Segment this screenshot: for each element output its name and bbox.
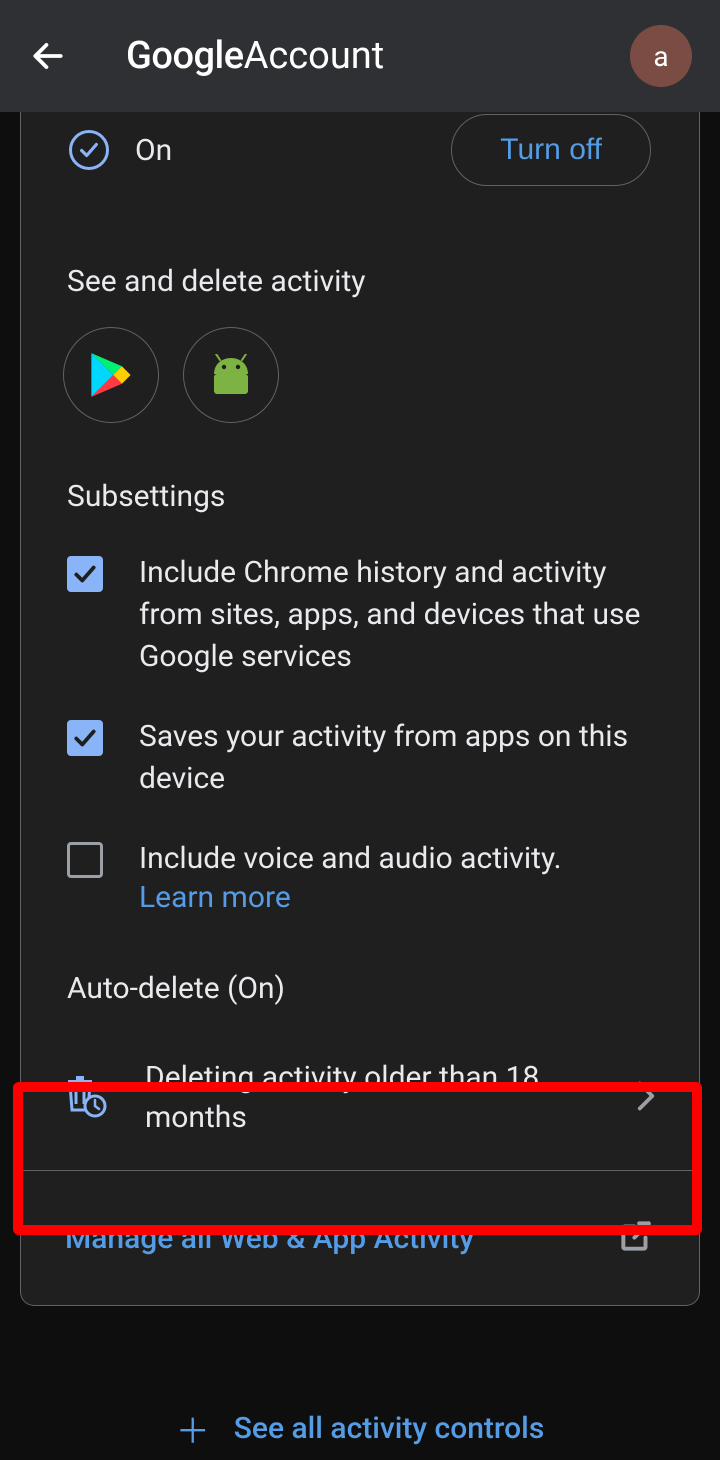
plus-icon: ＋ — [176, 1404, 210, 1453]
title-rest: Account — [244, 34, 385, 78]
voice-audio-block: Include voice and audio activity. Learn … — [139, 838, 561, 915]
arrow-left-icon — [29, 37, 67, 75]
status-label: On — [135, 133, 172, 168]
voice-audio-label: Include voice and audio activity. — [139, 838, 561, 880]
open-external-icon — [617, 1217, 655, 1259]
auto-delete-description: Deleting activity older than 18 months — [145, 1058, 621, 1138]
see-all-controls-label: See all activity controls — [234, 1411, 545, 1446]
chevron-right-icon — [637, 1081, 655, 1115]
activity-card: On Turn off See and delete activity — [20, 112, 700, 1306]
google-play-button[interactable] — [63, 327, 159, 423]
android-icon — [208, 354, 254, 396]
subsetting-voice-row: Include voice and audio activity. Learn … — [21, 838, 699, 915]
account-avatar[interactable]: a — [630, 25, 692, 87]
chrome-history-label: Include Chrome history and activity from… — [139, 552, 653, 678]
subsettings-heading: Subsettings — [21, 479, 699, 514]
app-icon-row — [21, 299, 699, 423]
subsetting-apps-row: Saves your activity from apps on this de… — [21, 716, 699, 800]
page-body: On Turn off See and delete activity — [0, 112, 720, 1460]
see-all-controls-button[interactable]: ＋ See all activity controls — [20, 1404, 700, 1453]
manage-activity-label: Manage all Web & App Activity — [65, 1221, 617, 1256]
avatar-initial: a — [653, 40, 668, 73]
status-on-icon — [69, 130, 109, 170]
google-play-icon — [89, 351, 133, 399]
status-row: On Turn off — [21, 112, 699, 188]
app-header: Google Account a — [0, 0, 720, 112]
title-brand: Google — [126, 34, 244, 78]
auto-delete-icon — [65, 1074, 109, 1122]
page-title: Google Account — [126, 34, 384, 78]
auto-delete-heading: Auto-delete (On) — [21, 971, 699, 1006]
subsetting-chrome-row: Include Chrome history and activity from… — [21, 552, 699, 678]
apps-activity-label: Saves your activity from apps on this de… — [139, 716, 653, 800]
voice-audio-checkbox[interactable] — [67, 842, 103, 878]
learn-more-link[interactable]: Learn more — [139, 880, 561, 915]
auto-delete-row[interactable]: Deleting activity older than 18 months — [21, 1026, 699, 1170]
turn-off-button[interactable]: Turn off — [451, 114, 651, 186]
back-button[interactable] — [28, 36, 68, 76]
screen: Google Account a On Turn off See and del… — [0, 0, 720, 1460]
checkmark-icon — [78, 139, 100, 161]
apps-activity-checkbox[interactable] — [67, 720, 103, 756]
android-button[interactable] — [183, 327, 279, 423]
check-icon — [72, 561, 98, 587]
manage-activity-row[interactable]: Manage all Web & App Activity — [21, 1171, 699, 1305]
see-delete-heading: See and delete activity — [21, 264, 699, 299]
check-icon — [72, 725, 98, 751]
chrome-history-checkbox[interactable] — [67, 556, 103, 592]
